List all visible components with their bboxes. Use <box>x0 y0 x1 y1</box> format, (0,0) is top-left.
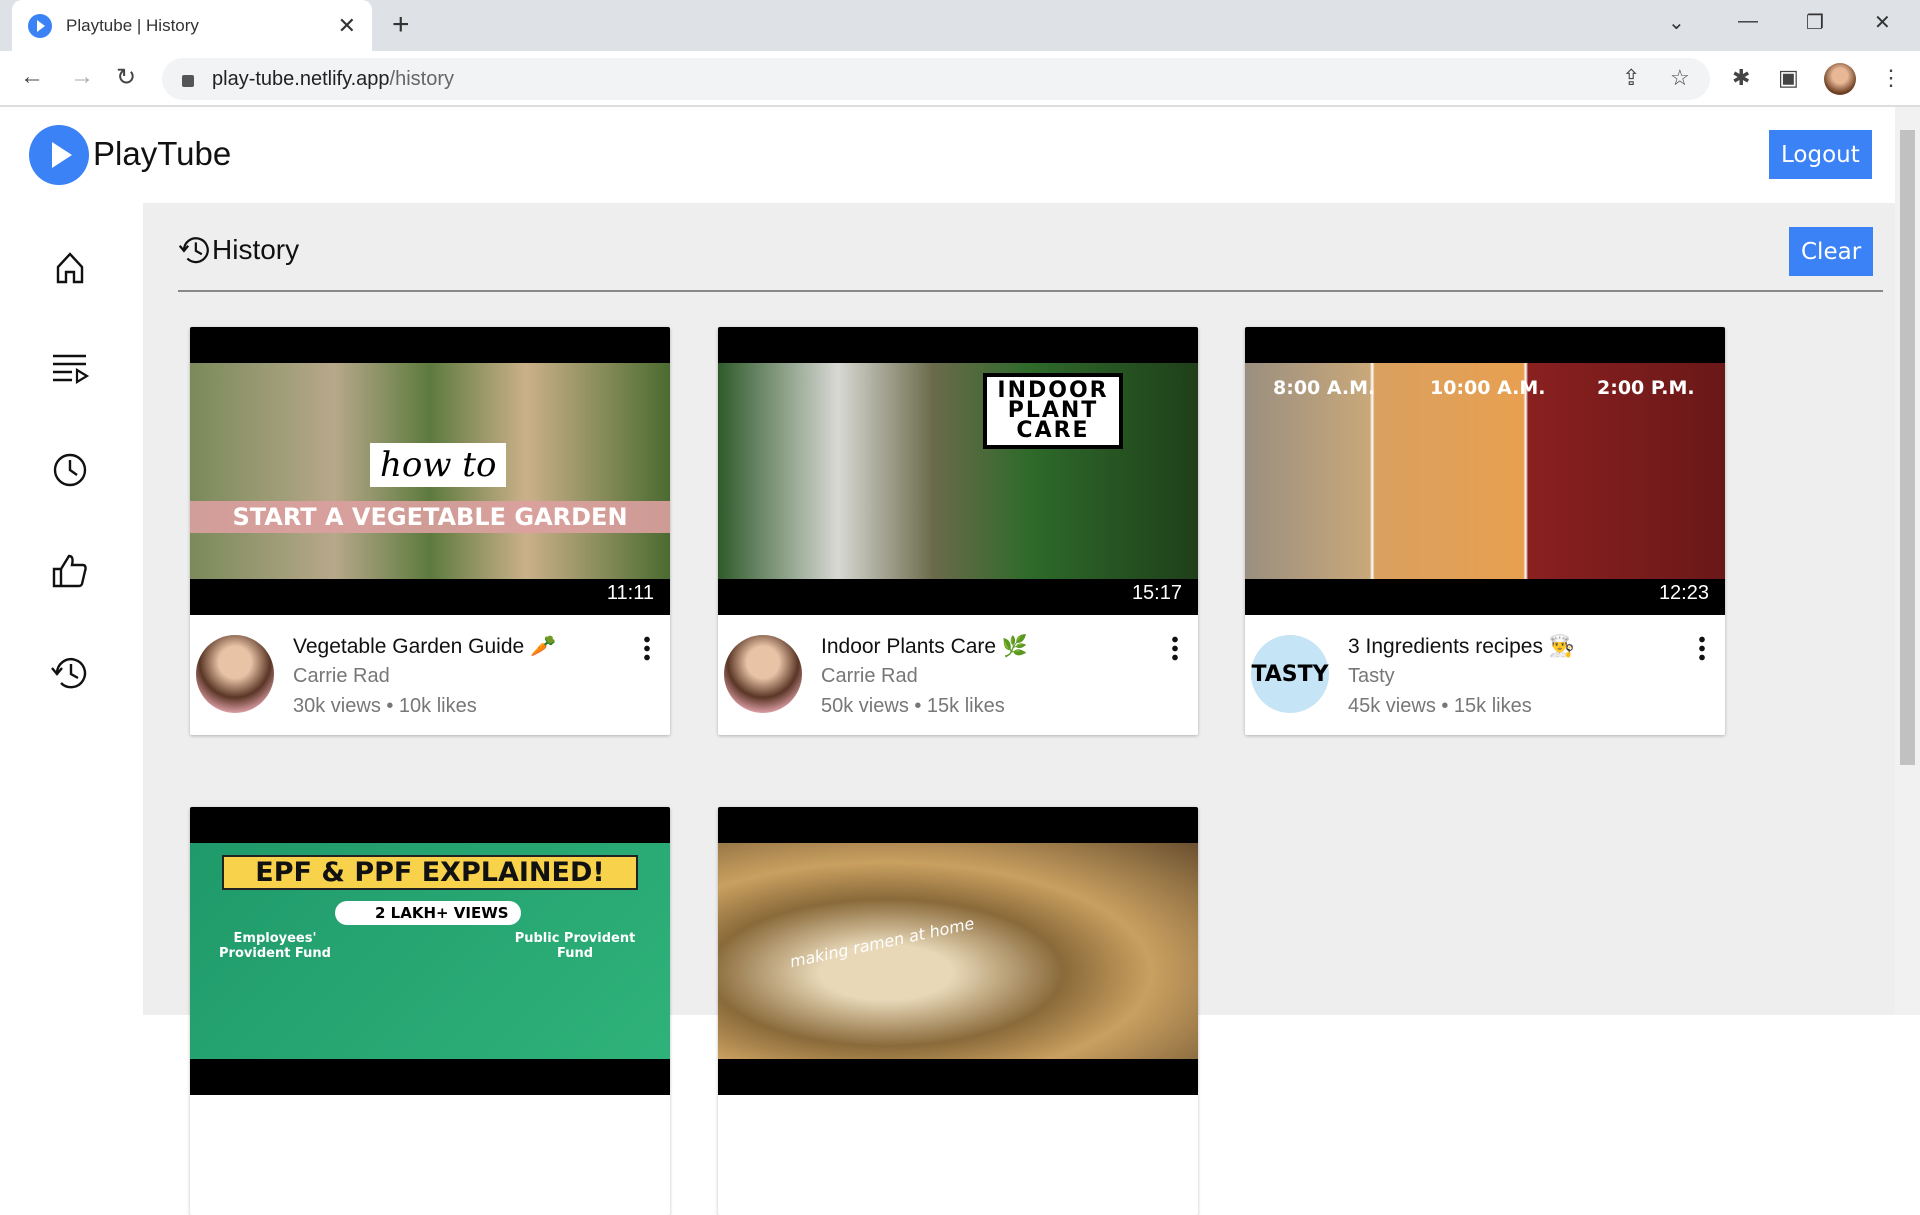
side-panel-icon[interactable]: ▣ <box>1778 65 1799 91</box>
url-path: /history <box>389 67 454 90</box>
back-icon[interactable]: ← <box>20 63 44 91</box>
time-label: 8:00 A.M. <box>1273 377 1376 399</box>
brand-name[interactable]: PlayTube <box>93 135 231 173</box>
logout-button[interactable]: Logout <box>1769 130 1872 179</box>
thumbnail-overlay-text: how to <box>370 443 507 487</box>
thumbnail-right-label: Public Provident Fund <box>514 931 636 961</box>
video-stats: 45k views • 15k likes <box>1348 695 1532 717</box>
url-domain: play-tube.netlify.app <box>212 67 390 90</box>
video-title[interactable]: Vegetable Garden Guide 🥕 <box>293 635 556 659</box>
channel-avatar[interactable] <box>724 635 802 713</box>
tab-search-icon[interactable]: ⌄ <box>1668 10 1685 35</box>
bookmark-star-icon[interactable]: ☆ <box>1670 65 1690 91</box>
video-stats: 50k views • 15k likes <box>821 695 1005 717</box>
time-label: 2:00 P.M. <box>1597 377 1695 399</box>
video-stats: 30k views • 10k likes <box>293 695 477 717</box>
video-thumbnail[interactable]: how to START A VEGETABLE GARDEN 11:11 <box>190 327 670 615</box>
home-icon[interactable] <box>50 248 90 288</box>
video-card[interactable]: EPF & PPF EXPLAINED! 2 LAKH+ VIEWS Emplo… <box>190 807 670 1215</box>
playlist-icon[interactable] <box>50 348 90 388</box>
thumbnail-left-label: Employees' Provident Fund <box>219 931 331 961</box>
time-label: 10:00 A.M. <box>1430 377 1546 399</box>
thumbnail-overlay-text: INDOOR PLANT CARE <box>983 373 1123 449</box>
forward-icon[interactable]: → <box>70 63 94 91</box>
video-duration: 11:11 <box>602 582 658 605</box>
thumbnail-overlay-badge: 2 LAKH+ VIEWS <box>335 901 521 925</box>
channel-name: Tasty <box>1348 665 1395 687</box>
video-card[interactable]: 8:00 A.M. 10:00 A.M. 2:00 P.M. 12:23 TAS… <box>1245 327 1725 735</box>
video-thumbnail[interactable]: making ramen at home <box>718 807 1198 1095</box>
thumbnail-overlay-text: EPF & PPF EXPLAINED! <box>222 855 638 890</box>
share-icon[interactable]: ⇪ <box>1622 65 1640 91</box>
channel-name: Carrie Rad <box>293 665 390 687</box>
favicon-icon <box>28 13 52 38</box>
close-tab-icon[interactable]: ✕ <box>338 13 356 39</box>
more-options-icon[interactable] <box>644 635 650 661</box>
video-card[interactable]: INDOOR PLANT CARE 15:17 Indoor Plants Ca… <box>718 327 1198 735</box>
tab-title: Playtube | History <box>66 15 199 35</box>
minimize-icon[interactable]: — <box>1738 10 1758 33</box>
thumbnail-overlay-banner: START A VEGETABLE GARDEN <box>190 501 670 533</box>
history-icon[interactable] <box>50 653 90 693</box>
divider <box>178 290 1883 292</box>
sidebar <box>0 203 143 1015</box>
video-duration: 12:23 <box>1654 582 1713 605</box>
watch-later-icon[interactable] <box>50 450 90 490</box>
scrollbar[interactable] <box>1895 107 1920 1015</box>
browser-tab[interactable]: Playtube | History ✕ <box>12 0 372 51</box>
app-header: PlayTube Logout <box>0 107 1895 203</box>
video-card[interactable]: making ramen at home <box>718 807 1198 1215</box>
video-duration: 15:17 <box>1127 582 1186 605</box>
restore-icon[interactable]: ❐ <box>1806 10 1824 35</box>
video-title[interactable]: Indoor Plants Care 🌿 <box>821 635 1028 659</box>
close-window-icon[interactable]: ✕ <box>1874 10 1891 35</box>
clear-history-button[interactable]: Clear <box>1789 227 1874 276</box>
history-icon <box>178 237 209 264</box>
extensions-icon[interactable]: ✱ <box>1732 65 1750 91</box>
browser-tabbar: Playtube | History ✕ + ⌄ — ❐ ✕ <box>0 0 1920 51</box>
address-toolbar: ← → ↻ play-tube.netlify.app/history ⇪ ☆ … <box>0 51 1920 107</box>
video-thumbnail[interactable]: 8:00 A.M. 10:00 A.M. 2:00 P.M. 12:23 <box>1245 327 1725 615</box>
thumbnail-overlay-text: making ramen at home <box>788 913 976 972</box>
channel-avatar[interactable] <box>196 635 274 713</box>
new-tab-icon[interactable]: + <box>392 8 410 42</box>
channel-avatar[interactable]: TASTY <box>1251 635 1329 713</box>
channel-name: Carrie Rad <box>821 665 918 687</box>
more-options-icon[interactable] <box>1699 635 1705 661</box>
scrollbar-thumb[interactable] <box>1900 130 1915 765</box>
profile-avatar[interactable] <box>1824 63 1856 95</box>
menu-icon[interactable]: ⋮ <box>1880 65 1902 91</box>
logo-icon[interactable] <box>29 125 89 185</box>
reload-icon[interactable]: ↻ <box>116 63 136 92</box>
page-heading: History <box>178 233 299 267</box>
lock-icon <box>182 75 194 87</box>
main-content: History Clear how to START A VEGETABLE G… <box>143 203 1895 1215</box>
liked-icon[interactable] <box>50 551 90 591</box>
video-card[interactable]: how to START A VEGETABLE GARDEN 11:11 Ve… <box>190 327 670 735</box>
more-options-icon[interactable] <box>1172 635 1178 661</box>
page-title: History <box>212 234 300 265</box>
video-title[interactable]: 3 Ingredients recipes 👨‍🍳 <box>1348 635 1575 659</box>
address-bar[interactable]: play-tube.netlify.app/history <box>162 58 1710 100</box>
video-thumbnail[interactable]: EPF & PPF EXPLAINED! 2 LAKH+ VIEWS Emplo… <box>190 807 670 1095</box>
video-thumbnail[interactable]: INDOOR PLANT CARE 15:17 <box>718 327 1198 615</box>
